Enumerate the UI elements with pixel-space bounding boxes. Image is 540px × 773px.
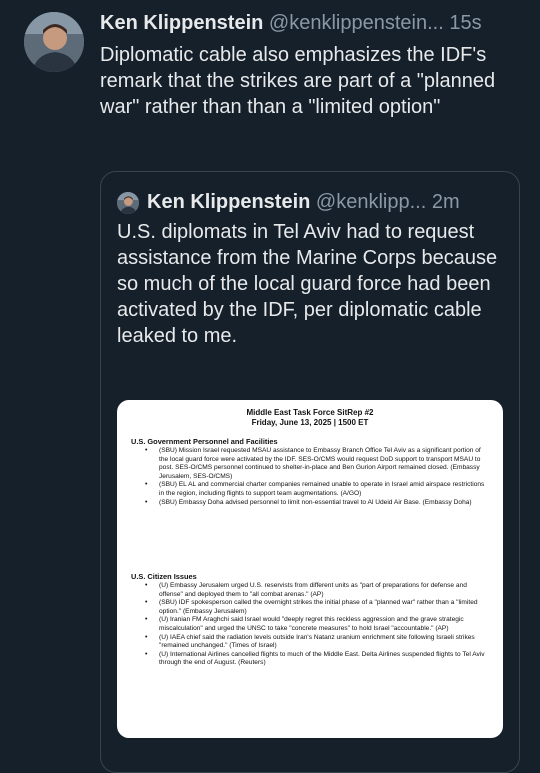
quoted-author-handle[interactable]: @kenklipp... [316,191,426,213]
post-header: Ken Klippenstein @kenklippenstein... 15s [100,10,482,36]
section-list-citizen: (U) Embassy Jerusalem urged U.S. reservi… [131,582,491,668]
quoted-post-text: U.S. diplomats in Tel Aviv had to reques… [117,221,498,347]
list-item: (U) International Airlines cancelled fli… [131,651,491,668]
section-heading-citizen: U.S. Citizen Issues [131,572,197,581]
author-name[interactable]: Ken Klippenstein [100,12,263,34]
author-handle[interactable]: @kenklippenstein... [269,12,444,34]
post-text: Diplomatic cable also emphasizes the IDF… [100,44,496,118]
quoted-post[interactable]: Ken Klippenstein @kenklipp... 2m U.S. di… [100,171,520,773]
list-item: (SBU) Embassy Doha advised personnel to … [131,499,491,508]
list-item: (SBU) EL AL and commercial charter compa… [131,481,491,498]
list-item: (U) IAEA chief said the radiation levels… [131,634,491,651]
quoted-author-name[interactable]: Ken Klippenstein [147,191,310,213]
quoted-post-header: Ken Klippenstein @kenklipp... 2m [147,188,460,216]
document-title: Middle East Task Force SitRep #2 [246,408,374,417]
quoted-avatar-photo [117,192,139,214]
avatar-photo [24,12,84,72]
cable-document-image[interactable]: Middle East Task Force SitRep #2 Friday,… [117,400,503,738]
list-item: (U) Embassy Jerusalem urged U.S. reservi… [131,582,491,599]
post-time[interactable]: 15s [449,12,481,34]
document-subtitle: Friday, June 13, 2025 | 1500 ET [251,418,369,427]
list-item: (SBU) Mission Israel requested MSAU assi… [131,447,491,481]
quoted-author-avatar[interactable] [117,192,139,214]
list-item: (SBU) IDF spokesperson called the overni… [131,599,491,616]
post: Ken Klippenstein @kenklippenstein... 15s… [0,0,540,773]
section-list-government: (SBU) Mission Israel requested MSAU assi… [131,447,491,507]
quoted-post-time[interactable]: 2m [432,191,460,213]
list-item: (U) Iranian FM Araghchi said Israel woul… [131,616,491,633]
author-avatar[interactable] [24,12,84,72]
section-heading-government: U.S. Government Personnel and Facilities [131,437,278,446]
